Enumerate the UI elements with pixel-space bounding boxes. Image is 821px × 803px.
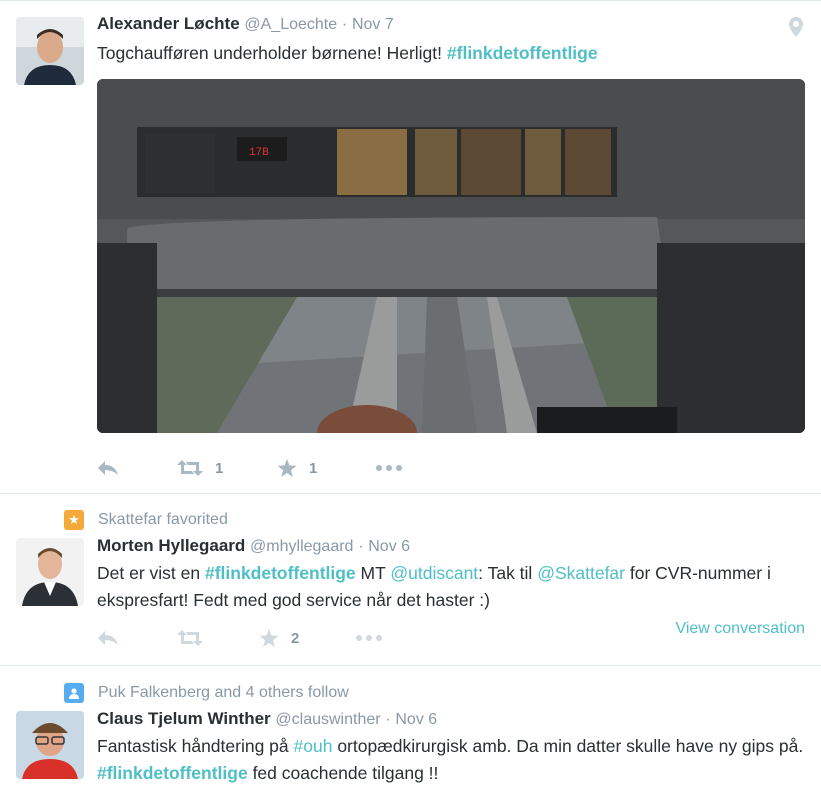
timestamp[interactable]: Nov 6: [395, 711, 437, 728]
view-conversation-link[interactable]: View conversation: [675, 620, 805, 638]
favorite-count: 1: [309, 459, 318, 477]
tweet-text-plain: Fantastisk håndtering på: [97, 736, 294, 756]
tweet-text: Togchaufføren underholder børnene! Herli…: [97, 40, 805, 67]
favorite-count: 2: [291, 629, 300, 647]
star-icon: [277, 458, 297, 477]
tweet-text: Det er vist en #flinkdetoffentlige MT @u…: [97, 560, 805, 614]
person-badge-icon: [64, 683, 84, 703]
tweet-header: Claus Tjelum Winther @clauswinther · Nov…: [97, 708, 805, 731]
avatar-photo: [16, 711, 84, 779]
hashtag-link[interactable]: #flinkdetoffentlige: [97, 763, 248, 783]
author-name[interactable]: Morten Hyllegaard: [97, 536, 245, 555]
tweet-actions: 1 1: [97, 456, 403, 480]
tweet-header: Alexander Løchte @A_Loechte · Nov 7: [97, 13, 805, 36]
tweet-context: ★ Skattefar favorited: [64, 510, 228, 530]
separator: ·: [385, 711, 391, 728]
reply-icon[interactable]: [97, 630, 177, 646]
avatar-photo: [16, 17, 84, 85]
hashtag-link[interactable]: #flinkdetoffentlige: [447, 43, 598, 63]
retweet-button[interactable]: 1: [177, 460, 277, 477]
author-handle[interactable]: @mhyllegaard: [250, 538, 353, 555]
favorite-button[interactable]: 1: [277, 458, 375, 478]
tweet[interactable]: Alexander Løchte @A_Loechte · Nov 7 Togc…: [0, 1, 821, 494]
hashtag-link[interactable]: #flinkdetoffentlige: [205, 563, 356, 583]
author-name[interactable]: Alexander Løchte: [97, 14, 240, 33]
retweet-count: 1: [215, 459, 224, 477]
location-pin-icon[interactable]: [789, 17, 803, 42]
tweet-text-plain: : Tak til: [478, 563, 538, 583]
mention-link[interactable]: @Skattefar: [537, 563, 625, 583]
avatar[interactable]: [16, 17, 84, 85]
avatar[interactable]: [16, 538, 84, 606]
retweet-icon: [177, 460, 203, 476]
avatar-photo: [16, 538, 84, 606]
tweet-context: Puk Falkenberg and 4 others follow: [64, 683, 349, 703]
tweet-text-plain: Det er vist en: [97, 563, 205, 583]
retweet-icon[interactable]: [177, 630, 259, 646]
tweet-text-plain: ortopædkirurgisk amb. Da min datter skul…: [332, 736, 804, 756]
context-text[interactable]: Skattefar favorited: [98, 511, 228, 529]
mention-link[interactable]: @utdiscant: [390, 563, 478, 583]
tweet-header: Morten Hyllegaard @mhyllegaard · Nov 6: [97, 535, 805, 558]
tweet-media-photo[interactable]: 17B: [97, 79, 805, 433]
separator: ·: [341, 16, 348, 33]
hashtag-link[interactable]: #ouh: [294, 736, 333, 756]
separator: ·: [358, 538, 364, 555]
tweet-text-plain: fed coachende tilgang !!: [247, 763, 439, 783]
avatar[interactable]: [16, 711, 84, 779]
reply-icon[interactable]: [97, 460, 177, 476]
tweet-text-plain: MT: [355, 563, 391, 583]
timestamp[interactable]: Nov 6: [368, 538, 410, 555]
tweet[interactable]: Puk Falkenberg and 4 others follow Claus…: [0, 666, 821, 803]
star-icon: [259, 628, 279, 647]
favorite-button[interactable]: 2: [259, 628, 355, 648]
tweet-text: Fantastisk håndtering på #ouh ortopædkir…: [97, 733, 805, 787]
author-handle[interactable]: @clauswinther: [275, 711, 380, 728]
timeline: Alexander Løchte @A_Loechte · Nov 7 Togc…: [0, 0, 821, 803]
tweet-actions: 2: [97, 626, 383, 650]
timestamp[interactable]: Nov 7: [352, 16, 394, 33]
author-handle[interactable]: @A_Loechte: [244, 16, 337, 33]
svg-text:17B: 17B: [249, 147, 269, 159]
author-name[interactable]: Claus Tjelum Winther: [97, 709, 271, 728]
more-icon[interactable]: [375, 464, 403, 472]
star-badge-icon: ★: [64, 510, 84, 530]
tweet-text-plain: Togchaufføren underholder børnene! Herli…: [97, 43, 447, 63]
more-icon[interactable]: [355, 634, 383, 642]
context-text[interactable]: Puk Falkenberg and 4 others follow: [98, 684, 349, 702]
tweet[interactable]: ★ Skattefar favorited Morten Hyllegaard …: [0, 494, 821, 666]
